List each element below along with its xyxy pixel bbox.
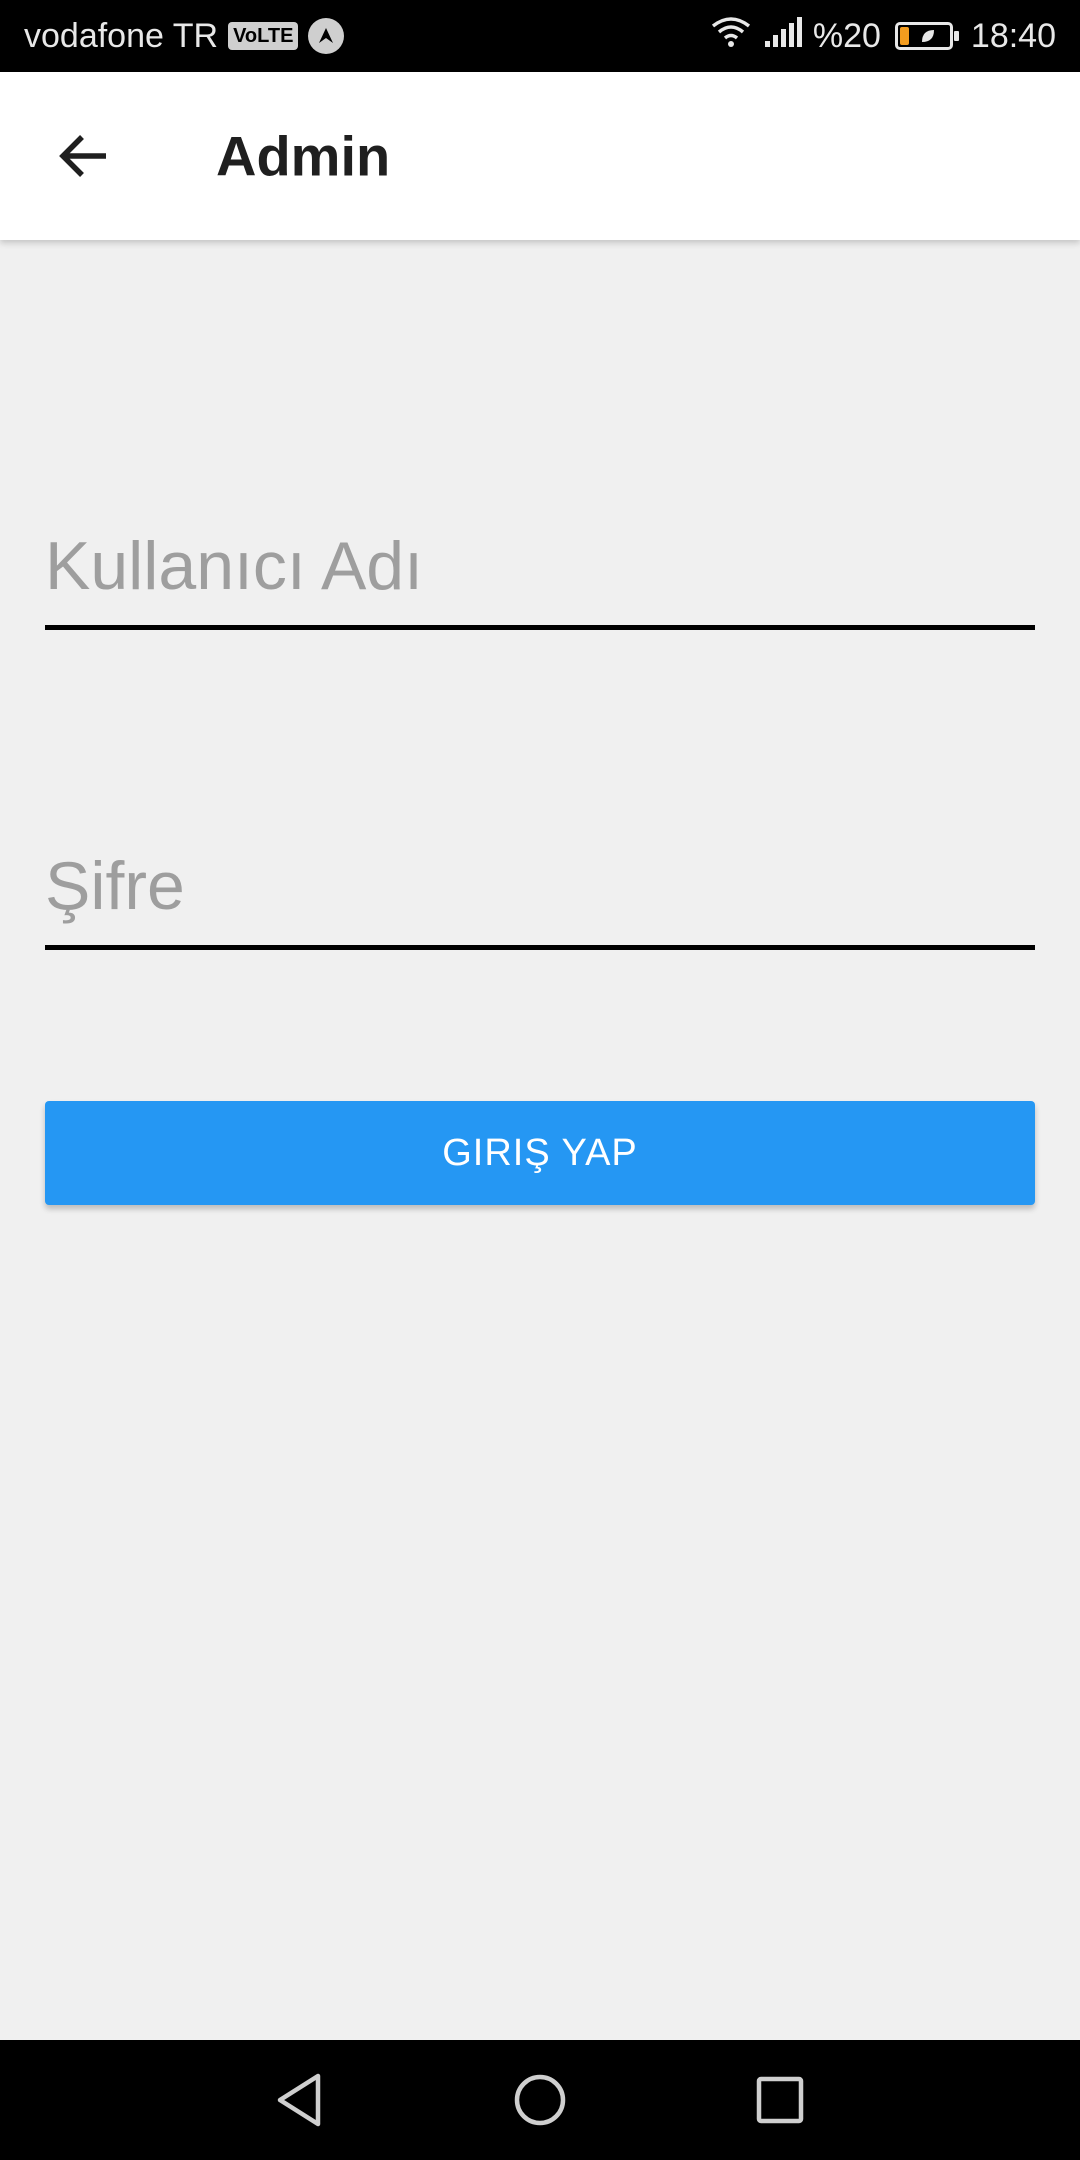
status-left: vodafone TR VoLTE — [24, 16, 345, 56]
back-button[interactable] — [46, 118, 122, 194]
username-input[interactable] — [45, 490, 1035, 625]
admin-login-screen: vodafone TR VoLTE %20 18:40 Admin Kullan… — [0, 0, 1080, 2160]
login-button[interactable]: GIRIŞ YAP — [45, 1101, 1035, 1205]
password-field-container — [45, 810, 1035, 950]
battery-icon — [894, 22, 959, 50]
battery-level-fill — [899, 27, 909, 45]
nav-home-button[interactable] — [500, 2060, 580, 2140]
arrow-back-icon — [59, 135, 106, 177]
carrier-name: vodafone TR — [24, 16, 219, 55]
home-circle-icon — [514, 2074, 566, 2126]
app-bar: Admin — [0, 72, 1080, 240]
wifi-icon — [709, 14, 753, 59]
back-triangle-icon — [277, 2073, 321, 2127]
navigation-arrow-icon — [308, 18, 345, 54]
status-bar: vodafone TR VoLTE %20 18:40 — [0, 0, 1080, 72]
recent-square-icon — [756, 2076, 804, 2124]
system-navigation-bar — [0, 2040, 1080, 2160]
username-field-container — [45, 490, 1035, 630]
clock: 18:40 — [970, 16, 1056, 55]
battery-percent: %20 — [812, 16, 881, 55]
nav-recent-button[interactable] — [740, 2060, 820, 2140]
password-input[interactable] — [45, 810, 1035, 945]
page-title: Admin — [216, 124, 391, 188]
signal-icon — [763, 15, 803, 58]
leaf-icon — [921, 30, 934, 42]
nav-back-button[interactable] — [260, 2060, 340, 2140]
volte-badge: VoLTE — [228, 22, 299, 50]
status-right: %20 18:40 — [709, 14, 1056, 59]
